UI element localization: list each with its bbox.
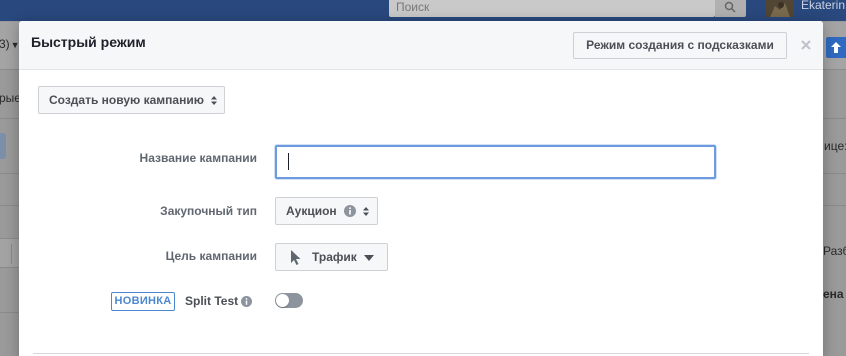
background-divider: [823, 205, 846, 206]
background-divider: [0, 118, 19, 119]
background-divider: [0, 312, 19, 313]
background-left-strip: [0, 238, 19, 268]
split-test-toggle[interactable]: [275, 293, 303, 308]
toggle-knob: [276, 294, 289, 307]
background-right-fragment: ена: [823, 287, 844, 301]
avatar: [766, 0, 794, 17]
campaign-name-input[interactable]: [275, 145, 716, 179]
background-search-button: [715, 0, 746, 17]
background-right-fragment: Разб: [823, 244, 846, 258]
background-right-fragment: ице:: [824, 139, 846, 153]
buying-type-label: Закупочный тип: [160, 204, 257, 218]
background-search-input: Поиск: [389, 0, 715, 17]
info-icon[interactable]: [344, 204, 357, 217]
campaign-select-label: Создать новую кампанию: [49, 93, 204, 107]
background-right-edge: [823, 21, 846, 356]
campaign-name-label: Название кампании: [139, 151, 257, 165]
background-divider: [0, 173, 19, 174]
objective-value: Трафик: [312, 250, 357, 264]
background-left-fragment: рые: [0, 91, 21, 105]
new-badge: НОВИНКА: [111, 292, 175, 311]
split-test-label: Split Test: [185, 294, 239, 308]
objective-label: Цель кампании: [165, 249, 257, 263]
arrow-up-icon: [831, 42, 841, 53]
text-cursor: [288, 153, 289, 170]
background-divider: [823, 173, 846, 174]
buying-type-select[interactable]: Аукцион: [275, 197, 378, 225]
updown-arrows-icon: [211, 96, 218, 106]
cursor-icon: [291, 250, 301, 265]
background-left-fragment: 3)▼: [0, 37, 20, 51]
background-divider: [823, 118, 846, 119]
objective-select[interactable]: Трафик: [275, 243, 388, 271]
updown-arrows-icon: [363, 207, 370, 217]
guided-mode-button[interactable]: Режим создания с подсказками: [573, 32, 787, 59]
buying-type-value: Аукцион: [286, 204, 337, 218]
chevron-down-icon: [364, 255, 374, 261]
background-up-button: [826, 37, 846, 58]
background-divider: [0, 205, 19, 206]
campaign-select[interactable]: Создать новую кампанию: [38, 86, 225, 114]
background-left-button: [0, 133, 6, 159]
background-user-name: Ekaterin: [801, 0, 846, 12]
close-icon[interactable]: [799, 38, 813, 52]
info-icon[interactable]: [241, 296, 252, 307]
dialog-title: Быстрый режим: [31, 34, 146, 50]
background-divider: [11, 244, 12, 264]
background-left-edge: [0, 21, 19, 356]
search-icon: [724, 1, 736, 13]
quick-mode-dialog: Быстрый режим Режим создания с подсказка…: [19, 21, 823, 356]
dialog-divider: [33, 353, 809, 354]
dialog-header: Быстрый режим Режим создания с подсказка…: [19, 21, 823, 70]
